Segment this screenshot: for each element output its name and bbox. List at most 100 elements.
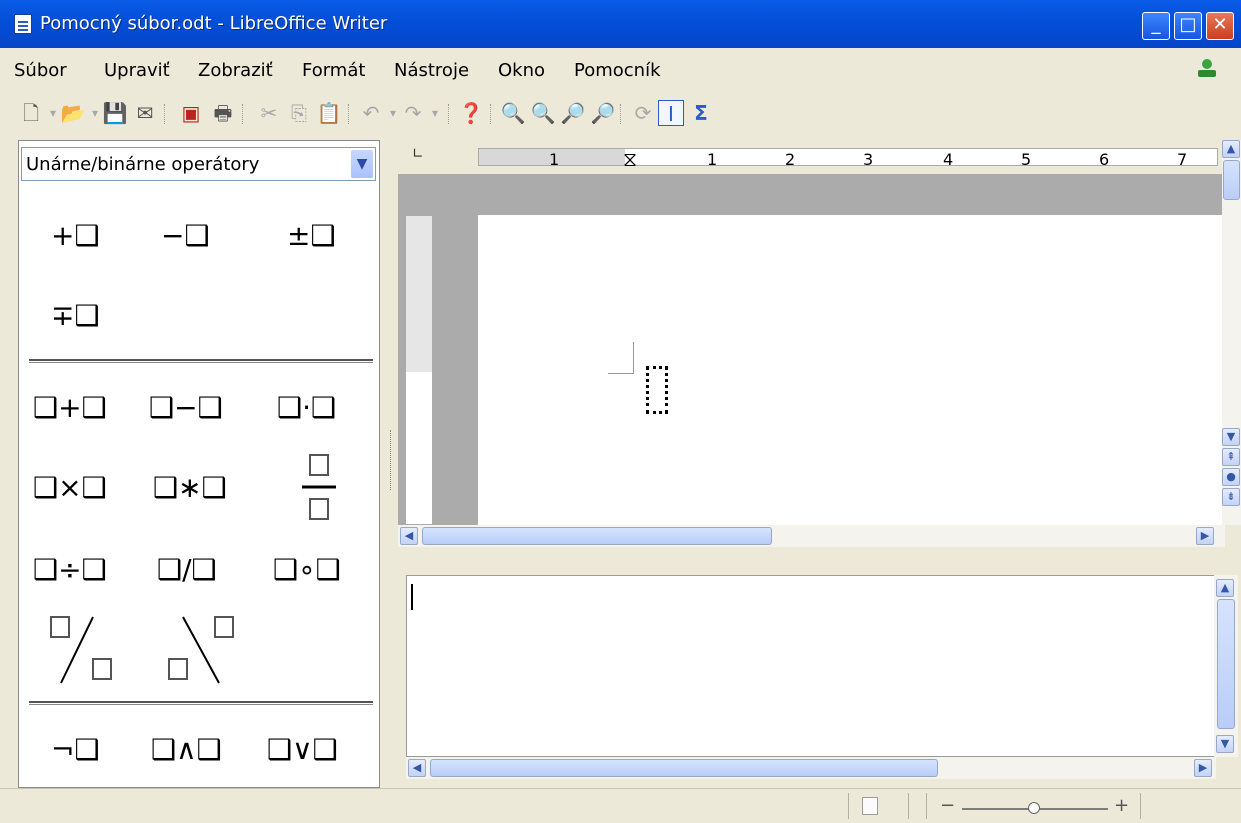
document-page[interactable] [478, 215, 1225, 525]
cut-icon[interactable]: ✂ [256, 100, 282, 126]
tab-stop-icon[interactable]: ∟ [412, 146, 424, 162]
division-element[interactable]: ❑÷❑ [33, 553, 107, 586]
scroll-up-button[interactable]: ▲ [1222, 140, 1240, 158]
next-page-button[interactable]: ⇟ [1222, 488, 1240, 506]
logical-or-element[interactable]: ❑∨❑ [267, 733, 338, 766]
menu-pomocnik[interactable]: Pomocník [574, 60, 661, 81]
scroll-up-button[interactable]: ▲ [1216, 579, 1234, 597]
formula-cursor-icon[interactable]: Ⅰ [658, 100, 684, 126]
print-icon[interactable]: 🖶 [210, 100, 236, 126]
addition-element[interactable]: ❑+❑ [33, 391, 107, 424]
navigation-button[interactable]: ● [1222, 468, 1240, 486]
ruler-label: 1 [549, 150, 560, 169]
multiplication-x-element[interactable]: ❑×❑ [33, 471, 107, 504]
menu-okno[interactable]: Okno [498, 60, 545, 81]
save-icon[interactable]: 💾 [102, 100, 128, 126]
menu-zobrazit[interactable]: Zobraziť [198, 60, 273, 81]
slash-division-element[interactable]: ❑/❑ [157, 553, 217, 586]
close-button[interactable]: ✕ [1206, 12, 1234, 40]
ruler-label: 4 [943, 150, 954, 169]
minus-plus-element[interactable]: ∓❑ [51, 299, 100, 332]
scroll-left-button[interactable]: ◀ [400, 527, 418, 545]
unary-minus-element[interactable]: −❑ [161, 219, 210, 252]
symbols-icon[interactable]: Σ [688, 100, 714, 126]
zoom-slider-knob[interactable] [1028, 802, 1040, 814]
update-icon[interactable]: ⟳ [630, 100, 656, 126]
toolbar-separator [620, 104, 621, 124]
zoom-100-icon[interactable]: 🔎 [560, 100, 586, 126]
scrollbar-thumb[interactable] [430, 759, 938, 777]
ruler-scale: 1 ⧖ 1 2 3 4 5 6 7 [478, 147, 1218, 171]
unary-plus-element[interactable]: +❑ [51, 219, 100, 252]
indent-marker-icon[interactable]: ⧖ [623, 147, 637, 171]
formula-placeholder[interactable] [646, 366, 668, 414]
category-selected-value: Unárne/binárne operátory [26, 154, 260, 175]
scroll-left-button[interactable]: ◀ [408, 759, 426, 777]
toolbar-separator [242, 104, 243, 124]
status-separator [848, 793, 849, 819]
zoom-in-button[interactable]: + [1114, 795, 1129, 816]
menu-nastroje[interactable]: Nástroje [394, 60, 469, 81]
menu-upravit[interactable]: Upraviť [104, 60, 170, 81]
ruler-label: 7 [1177, 150, 1188, 169]
ruler-label: 1 [707, 150, 718, 169]
status-bar: − + [0, 788, 1241, 823]
menu-subor[interactable]: Súbor [14, 60, 67, 81]
maximize-button[interactable]: □ [1174, 12, 1202, 40]
multiplication-asterisk-element[interactable]: ❑∗❑ [153, 471, 227, 504]
zoom-in-icon[interactable]: 🔍 [500, 100, 526, 126]
concatenation-element[interactable]: ❑∘❑ [273, 553, 341, 586]
help-icon[interactable]: ❓ [458, 100, 484, 126]
scroll-down-button[interactable]: ▼ [1222, 428, 1240, 446]
title-bar[interactable]: Pomocný súbor.odt - LibreOffice Writer _… [0, 0, 1241, 48]
toolbar-separator [490, 104, 491, 124]
toolbar-separator [164, 104, 165, 124]
user-icon[interactable] [1195, 58, 1219, 78]
email-icon[interactable]: ✉ [132, 100, 158, 126]
multiplication-dot-element[interactable]: ❑·❑ [277, 391, 336, 424]
logical-and-element[interactable]: ❑∧❑ [151, 733, 222, 766]
window-splitter[interactable] [398, 547, 1241, 555]
chevron-down-icon[interactable]: ▾ [422, 100, 448, 126]
text-boundary-corner [608, 342, 634, 374]
ruler-label: 2 [785, 150, 796, 169]
zoom-out-icon[interactable]: 🔍 [530, 100, 556, 126]
document-horizontal-scrollbar[interactable]: ◀ ▶ [398, 525, 1225, 547]
scrollbar-thumb[interactable] [422, 527, 772, 545]
commands-vertical-scrollbar[interactable]: ▲ ▼ [1214, 575, 1238, 757]
menu-format[interactable]: Formát [302, 60, 365, 81]
fraction-element[interactable] [299, 453, 339, 525]
wide-slash-element[interactable] [43, 611, 123, 691]
export-pdf-icon[interactable]: ▣ [178, 100, 204, 126]
paste-icon[interactable]: 📋 [316, 100, 342, 126]
vertical-ruler[interactable] [405, 215, 433, 525]
ruler-label: 3 [863, 150, 874, 169]
writer-document-icon [14, 14, 32, 34]
scrollbar-thumb[interactable] [1223, 160, 1240, 200]
copy-icon[interactable]: ⎘ [286, 100, 312, 126]
plus-minus-element[interactable]: ±❑ [287, 219, 336, 252]
formula-command-editor[interactable] [406, 575, 1216, 757]
status-separator [926, 793, 927, 819]
scroll-right-button[interactable]: ▶ [1196, 527, 1214, 545]
category-dropdown[interactable]: Unárne/binárne operátory ▼ [21, 147, 376, 181]
commands-horizontal-scrollbar[interactable]: ◀ ▶ [406, 757, 1216, 779]
text-cursor [411, 584, 413, 610]
chevron-down-icon[interactable]: ▼ [351, 150, 373, 178]
toolbar-separator [448, 104, 449, 124]
zoom-out-button[interactable]: − [940, 795, 955, 816]
horizontal-ruler[interactable]: ∟ 1 ⧖ 1 2 3 4 5 6 7 [398, 140, 1225, 174]
wide-backslash-element[interactable] [161, 611, 241, 691]
scroll-right-button[interactable]: ▶ [1194, 759, 1212, 777]
scrollbar-thumb[interactable] [1217, 599, 1235, 729]
libreoffice-window: Pomocný súbor.odt - LibreOffice Writer _… [0, 0, 1241, 823]
previous-page-button[interactable]: ⇞ [1222, 448, 1240, 466]
zoom-page-icon[interactable]: 🔎 [590, 100, 616, 126]
panel-splitter[interactable] [390, 430, 396, 490]
document-vertical-scrollbar[interactable]: ▲ ▼ ⇞ ● ⇟ [1222, 140, 1241, 525]
negation-element[interactable]: ¬❑ [51, 733, 100, 766]
scroll-down-button[interactable]: ▼ [1216, 735, 1234, 753]
standard-toolbar: 🗋 ▾ 📂 ▾ 💾 ✉ ▣ 🖶 ✂ ⎘ 📋 ↶ ▾ ↷ ▾ ❓ 🔍 🔍 🔎 🔎 … [0, 92, 1241, 136]
subtraction-element[interactable]: ❑−❑ [149, 391, 223, 424]
minimize-button[interactable]: _ [1142, 12, 1170, 40]
